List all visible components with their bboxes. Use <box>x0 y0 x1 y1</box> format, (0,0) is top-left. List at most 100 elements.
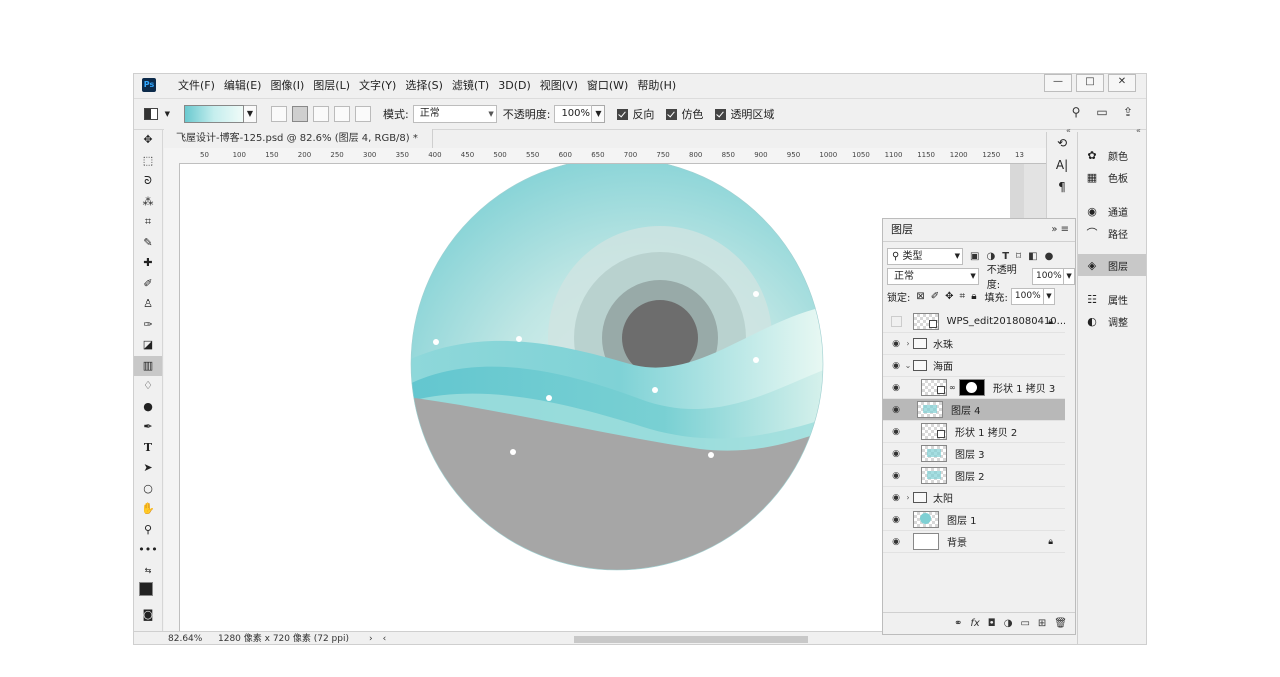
layer-opacity-input[interactable]: 100% <box>1031 267 1065 285</box>
eye-icon[interactable]: ◉ <box>889 361 903 371</box>
hand-tool-icon[interactable]: ✋ <box>134 499 162 520</box>
panel-menu-icon[interactable]: » ≡ <box>1051 219 1069 241</box>
move-tool-icon[interactable]: ✥ <box>134 130 162 151</box>
horizontal-ruler[interactable]: 50 100 150 200 250 300 350 400 450 500 550 600 650 70… <box>180 148 1046 164</box>
folder-icon[interactable]: ▭ <box>1020 618 1029 629</box>
link-icon[interactable]: ⚭ <box>954 618 962 629</box>
dodge-tool-icon[interactable]: ● <box>134 397 162 418</box>
dither-checkbox[interactable]: 仿色 <box>666 106 703 122</box>
lock-pixels-icon[interactable]: ✐ <box>931 291 939 302</box>
reverse-checkbox[interactable]: 反向 <box>617 106 654 122</box>
layer-row[interactable]: ◉ 图层 4 <box>883 399 1065 421</box>
panel-layers[interactable]: ◈ 图层 <box>1078 254 1146 276</box>
visibility-off-icon[interactable]: . <box>891 316 902 327</box>
mode-select[interactable]: 正常 ▼ <box>412 105 497 123</box>
brush-tool-icon[interactable]: ✐ <box>134 274 162 295</box>
menu-view[interactable]: 视图(V) <box>540 77 578 93</box>
menu-filter[interactable]: 滤镜(T) <box>452 77 489 93</box>
new-layer-icon[interactable]: ⊞ <box>1038 618 1046 629</box>
path-selection-tool-icon[interactable]: ➤ <box>134 458 162 479</box>
character-icon[interactable]: A| <box>1047 154 1077 176</box>
opacity-input[interactable]: 100% <box>554 105 593 123</box>
gradient-picker-caret[interactable]: ▼ <box>244 105 257 123</box>
menu-3d[interactable]: 3D(D) <box>498 79 531 92</box>
scroll-left-icon[interactable]: ‹ <box>383 632 387 644</box>
pen-tool-icon[interactable]: ✒ <box>134 417 162 438</box>
filter-shape-icon[interactable]: ⌑ <box>1016 251 1021 262</box>
type-tool-icon[interactable]: T <box>134 438 162 459</box>
menu-select[interactable]: 选择(S) <box>405 77 443 93</box>
layer-row[interactable]: ◉ 图层 3 <box>883 443 1065 465</box>
more-tools-icon[interactable]: ••• <box>134 540 162 561</box>
horizontal-scrollbar-thumb[interactable] <box>574 636 808 643</box>
healing-brush-tool-icon[interactable]: ✚ <box>134 253 162 274</box>
eraser-tool-icon[interactable]: ◪ <box>134 335 162 356</box>
clone-stamp-tool-icon[interactable]: ♙ <box>134 294 162 315</box>
reflected-gradient-button[interactable] <box>334 106 350 122</box>
crop-tool-icon[interactable]: ⌗ <box>134 212 162 233</box>
document-info[interactable]: 1280 像素 x 720 像素 (72 ppi) <box>218 632 349 644</box>
layers-tab[interactable]: 图层 <box>891 219 913 241</box>
magic-wand-tool-icon[interactable]: ⁂ <box>134 192 162 213</box>
vertical-ruler[interactable] <box>164 163 180 631</box>
eye-icon[interactable]: ◉ <box>889 515 903 525</box>
lasso-tool-icon[interactable]: ᘐ <box>134 171 162 192</box>
diamond-gradient-button[interactable] <box>355 106 371 122</box>
chevron-down-icon[interactable]: ⌄ <box>903 361 913 370</box>
panel-properties[interactable]: ☷ 属性 <box>1078 288 1146 310</box>
eye-icon[interactable]: ◉ <box>889 471 903 481</box>
ruler-origin[interactable] <box>164 148 181 164</box>
eye-icon[interactable]: ◉ <box>889 383 903 393</box>
angle-gradient-button[interactable] <box>313 106 329 122</box>
panel-paths[interactable]: ⌒ 路径 <box>1078 222 1146 244</box>
history-icon[interactable]: ⟲ <box>1047 132 1077 154</box>
panel-adjustments[interactable]: ◐ 调整 <box>1078 310 1146 332</box>
menu-help[interactable]: 帮助(H) <box>637 77 676 93</box>
layer-row[interactable]: ◉ ∞ 形状 1 拷贝 3 <box>883 377 1065 399</box>
document-tab[interactable]: 飞屋设计-博客-125.psd @ 82.6% (图层 4, RGB/8) * … <box>164 129 433 163</box>
gradient-editor-swatch[interactable] <box>184 105 244 123</box>
menu-layer[interactable]: 图层(L) <box>313 77 350 93</box>
panel-swatches[interactable]: ▦ 色板 <box>1078 166 1146 188</box>
layer-row[interactable]: ◉ ⌄ 海面 <box>883 355 1065 377</box>
lock-position-icon[interactable]: ✥ <box>945 291 953 302</box>
blend-mode-select[interactable]: 正常 ▼ <box>887 267 979 285</box>
eye-icon[interactable]: ◉ <box>889 405 903 415</box>
linear-gradient-button[interactable] <box>271 106 287 122</box>
swap-colors-icon[interactable]: ⇆ <box>134 561 162 582</box>
ellipse-tool-icon[interactable]: ○ <box>134 479 162 500</box>
eye-icon[interactable]: ◉ <box>889 449 903 459</box>
color-swatches-icon[interactable] <box>134 581 162 605</box>
paragraph-icon[interactable]: ¶ <box>1047 176 1077 198</box>
filter-type-icon[interactable]: T <box>1002 251 1009 262</box>
adjustment-icon[interactable]: ◑ <box>1004 618 1013 629</box>
history-brush-tool-icon[interactable]: ✑ <box>134 315 162 336</box>
link-icon[interactable]: ∞ <box>949 383 957 392</box>
trash-icon[interactable]: 🗑︎ <box>1054 618 1067 629</box>
transparency-checkbox[interactable]: 透明区域 <box>715 106 774 122</box>
status-arrow-icon[interactable]: › <box>369 632 373 644</box>
layer-row[interactable]: ◉ 形状 1 拷贝 2 <box>883 421 1065 443</box>
zoom-level[interactable]: 82.64% <box>134 632 212 644</box>
menu-window[interactable]: 窗口(W) <box>587 77 628 93</box>
tool-preset-picker[interactable]: ▼ <box>144 105 170 123</box>
maximize-button[interactable]: □ <box>1076 74 1104 92</box>
filter-smart-object-icon[interactable]: ◧ <box>1028 251 1037 262</box>
eye-icon[interactable]: ◉ <box>889 427 903 437</box>
layer-row[interactable]: ◉ 背景 🔒︎ <box>883 531 1065 553</box>
layer-row[interactable]: ◉ › 水珠 <box>883 333 1065 355</box>
zoom-tool-icon[interactable]: ⚲ <box>134 520 162 541</box>
mask-icon[interactable]: ◘ <box>988 618 996 629</box>
fx-icon[interactable]: fx <box>970 618 979 629</box>
menu-file[interactable]: 文件(F) <box>178 77 215 93</box>
minimize-button[interactable]: — <box>1044 74 1072 92</box>
layer-row[interactable]: . WPS_edit2018080410... 🔒︎ <box>883 311 1065 333</box>
blur-tool-icon[interactable]: ♢ <box>134 376 162 397</box>
eye-icon[interactable]: ◉ <box>889 493 903 503</box>
layer-row[interactable]: ◉ › 太阳 <box>883 487 1065 509</box>
panel-color[interactable]: ✿ 颜色 <box>1078 144 1146 166</box>
foreground-color-swatch[interactable] <box>139 582 153 596</box>
lock-transparent-icon[interactable]: ⊠ <box>916 291 924 302</box>
marquee-tool-icon[interactable]: ⬚ <box>134 151 162 172</box>
menu-edit[interactable]: 编辑(E) <box>224 77 262 93</box>
